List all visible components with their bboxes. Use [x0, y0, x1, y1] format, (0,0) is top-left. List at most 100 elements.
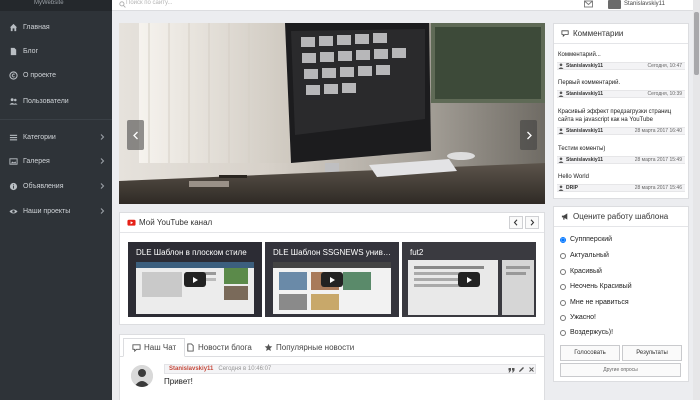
- quote-icon[interactable]: [507, 366, 515, 373]
- comment-author[interactable]: Stanislavskiy11: [566, 63, 603, 69]
- youtube-panel: Мой YouTube канал DLE Шаблон в плоском с…: [119, 212, 545, 325]
- poll-radio[interactable]: [560, 268, 566, 275]
- chat-time: Сегодня в 10:46:07: [218, 366, 272, 372]
- slider-prev-button[interactable]: [127, 120, 144, 150]
- chat-icon: [132, 343, 141, 352]
- comments-panel-header: Комментарии: [554, 24, 688, 44]
- comment-item: Hello World DRIP 28 марта 2017 15:46: [557, 173, 685, 192]
- page-scrollbar[interactable]: [693, 0, 700, 400]
- sidebar-item-ads[interactable]: Объявления: [0, 176, 112, 196]
- comment-item: Красивый эффект предзагрузки страниц сай…: [557, 108, 685, 135]
- video-card[interactable]: DLE Шаблон SSGNEWS универсальный: [265, 242, 399, 317]
- tab-label: Новости блога: [198, 343, 252, 352]
- edit-icon[interactable]: [517, 366, 525, 373]
- poll-option[interactable]: Мне не нравиться: [560, 299, 629, 306]
- poll-option-label: Воздержусь)!: [570, 329, 614, 336]
- mail-icon[interactable]: [584, 0, 593, 8]
- megaphone-icon: [561, 212, 570, 221]
- video-card[interactable]: DLE Шаблон в плоском стиле: [128, 242, 262, 317]
- comment-author[interactable]: DRIP: [566, 185, 578, 191]
- search-input[interactable]: [126, 0, 246, 7]
- tab-blog-news[interactable]: Новости блога: [178, 338, 260, 357]
- sidebar-item-users[interactable]: Пользователи: [0, 91, 112, 111]
- scrollbar-thumb[interactable]: [694, 12, 699, 75]
- chevron-right-icon: [98, 133, 106, 141]
- chevron-right-icon: [98, 207, 106, 215]
- poll-radio[interactable]: [560, 299, 566, 306]
- poll-radio[interactable]: [560, 283, 566, 290]
- poll-option[interactable]: Неочень Красивый: [560, 283, 632, 290]
- tab-label: Наш Чат: [144, 343, 177, 352]
- poll-radio[interactable]: [560, 236, 566, 243]
- comments-panel: Комментарии Комментарий... Stanislavskiy…: [553, 23, 689, 199]
- chat-author[interactable]: Stanislavskiy11: [169, 366, 213, 372]
- sidebar: MyWebsite Главная Блог О проекте Пользов…: [0, 0, 112, 400]
- sidebar-item-home[interactable]: Главная: [0, 17, 112, 37]
- star-icon: [264, 343, 273, 352]
- info-icon: [9, 182, 18, 191]
- sidebar-item-label: Пользователи: [23, 97, 69, 105]
- sidebar-item-blog[interactable]: Блог: [0, 41, 112, 61]
- comment-author[interactable]: Stanislavskiy11: [566, 91, 603, 97]
- poll-option[interactable]: Суппперский: [560, 236, 612, 243]
- comment-text[interactable]: Первый комментарий.: [557, 79, 685, 87]
- home-icon: [9, 23, 18, 32]
- user-menu[interactable]: Stanislavskiy11: [608, 0, 665, 9]
- sidebar-item-categories[interactable]: Категории: [0, 127, 112, 147]
- sidebar-item-label: О проекте: [23, 71, 57, 79]
- youtube-next-button[interactable]: [525, 216, 539, 229]
- comment-text[interactable]: Красивый эффект предзагрузки страниц сай…: [557, 108, 685, 124]
- users-icon: [9, 97, 18, 106]
- play-icon: [458, 272, 480, 287]
- play-icon: [184, 272, 206, 287]
- other-polls-button[interactable]: Другие опросы: [560, 363, 681, 377]
- user-icon: [558, 128, 564, 134]
- vote-button[interactable]: Голосовать: [560, 345, 620, 361]
- poll-panel-title: Оцените работу шаблона: [573, 212, 669, 221]
- poll-option-label: Неочень Красивый: [570, 283, 632, 290]
- user-icon: [558, 63, 564, 69]
- comment-meta: DRIP 28 марта 2017 15:46: [557, 184, 685, 192]
- poll-option[interactable]: Ужасно!: [560, 314, 596, 321]
- comment-text[interactable]: Тестим коменты): [557, 145, 685, 153]
- sidebar-item-about[interactable]: О проекте: [0, 65, 112, 85]
- slide-image: [119, 23, 545, 204]
- comment-text[interactable]: Hello World: [557, 173, 685, 181]
- tab-chat[interactable]: Наш Чат: [123, 338, 186, 357]
- poll-radio[interactable]: [560, 329, 566, 336]
- comment-author[interactable]: Stanislavskiy11: [566, 157, 603, 163]
- chat-message-text: Привет!: [164, 377, 193, 386]
- video-card[interactable]: fut2: [402, 242, 536, 317]
- video-title: fut2: [410, 248, 424, 257]
- poll-option[interactable]: Воздержусь)!: [560, 329, 613, 336]
- comment-author[interactable]: Stanislavskiy11: [566, 128, 603, 134]
- image-slider: [119, 23, 545, 204]
- tab-popular-news[interactable]: Популярные новости: [256, 338, 362, 357]
- sidebar-divider: [0, 119, 112, 120]
- comment-date: Сегодня, 10:39: [647, 91, 682, 97]
- video-title: DLE Шаблон в плоском стиле: [136, 248, 247, 257]
- comments-icon: [561, 29, 570, 38]
- poll-radio[interactable]: [560, 252, 566, 259]
- tab-label: Популярные новости: [276, 343, 355, 352]
- comment-text[interactable]: Комментарий...: [557, 51, 685, 59]
- poll-option-label: Красивый: [570, 268, 602, 275]
- poll-radio[interactable]: [560, 314, 566, 321]
- logo[interactable]: MyWebsite: [0, 0, 112, 11]
- poll-option[interactable]: Красивый: [560, 268, 602, 275]
- comment-date: 28 марта 2017 16:40: [634, 128, 682, 134]
- delete-icon[interactable]: [527, 366, 535, 373]
- slider-next-button[interactable]: [520, 120, 537, 150]
- eye-icon: [9, 207, 18, 216]
- sidebar-item-gallery[interactable]: Галерея: [0, 151, 112, 171]
- avatar: [131, 365, 153, 387]
- poll-option[interactable]: Актуальный: [560, 252, 609, 259]
- results-button[interactable]: Результаты: [622, 345, 682, 361]
- user-icon: [558, 91, 564, 97]
- youtube-panel-title: Мой YouTube канал: [139, 218, 213, 227]
- sidebar-item-label: Объявления: [23, 182, 64, 190]
- sidebar-item-label: Наши проекты: [23, 207, 71, 215]
- sidebar-item-projects[interactable]: Наши проекты: [0, 201, 112, 221]
- chevron-right-icon: [98, 157, 106, 165]
- youtube-prev-button[interactable]: [509, 216, 523, 229]
